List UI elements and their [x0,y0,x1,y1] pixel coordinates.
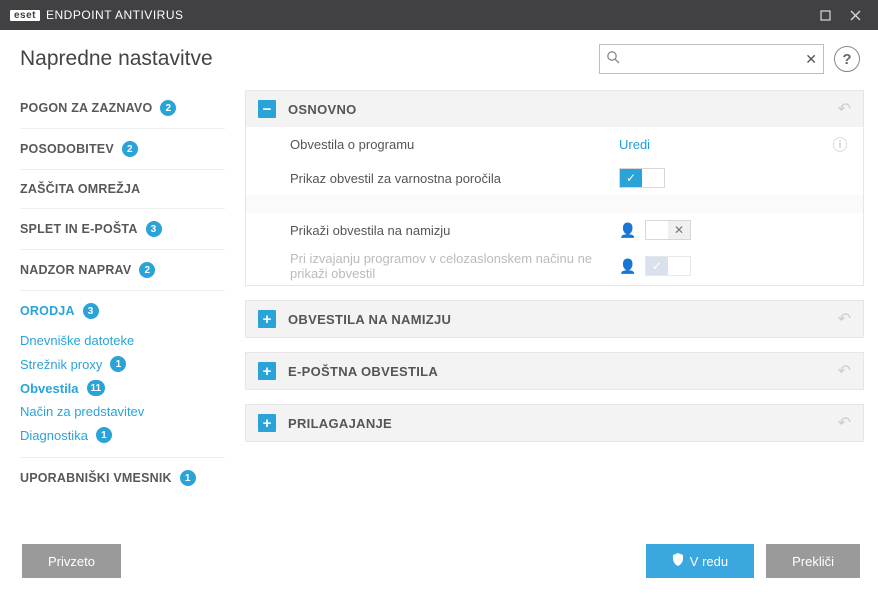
expand-icon: + [258,310,276,328]
sidebar-item-web-email[interactable]: SPLET IN E-POŠTA 3 [0,211,245,247]
help-button[interactable]: ? [834,46,860,72]
row-label: Pri izvajanju programov v celozaslonskem… [290,251,619,281]
sidebar-item-label: SPLET IN E-POŠTA [20,222,138,236]
sidebar-item-label: UPORABNIŠKI VMESNIK [20,471,172,485]
close-icon [850,10,861,21]
expand-icon: + [258,414,276,432]
collapse-icon: − [258,100,276,118]
check-icon: ✓ [620,169,642,187]
badge: 1 [180,470,196,486]
badge: 2 [160,100,176,116]
row-label: Prikaži obvestila na namizju [290,223,619,238]
row-app-notifications: Obvestila o programu Uredi ⓘ [246,127,863,161]
question-icon: ? [842,51,851,68]
shield-icon [672,553,684,569]
sidebar-item-label: Način za predstavitev [20,404,144,419]
ok-label: V redu [690,554,728,569]
row-label: Obvestila o programu [290,137,619,152]
sidebar-item-label: Dnevniške datoteke [20,333,134,348]
brand-text: ENDPOINT ANTIVIRUS [46,8,183,22]
sidebar-sub-logs[interactable]: Dnevniške datoteke [0,329,245,352]
search-input[interactable] [626,46,805,72]
sidebar-item-tools[interactable]: ORODJA 3 [0,293,245,329]
row-fullscreen-suppress: Pri izvajanju programov v celozaslonskem… [246,247,863,285]
sidebar-item-label: ZAŠČITA OMREŽJA [20,182,140,196]
sidebar-item-label: NADZOR NAPRAV [20,263,131,277]
badge: 3 [83,303,99,319]
ok-button[interactable]: V redu [646,544,754,578]
sidebar-item-update[interactable]: POSODOBITEV 2 [0,131,245,167]
sidebar-item-label: Obvestila [20,381,79,396]
badge: 2 [139,262,155,278]
sidebar-item-label: POGON ZA ZAZNAVO [20,101,152,115]
header: Napredne nastavitve ✕ ? [0,30,878,84]
row-security-report-notifs: Prikaz obvestil za varnostna poročila ✓ [246,161,863,195]
section-email-header[interactable]: + E-POŠTNA OBVESTILA ↶ [246,353,863,389]
x-icon: ✕ [668,221,690,239]
sidebar-sub-presentation[interactable]: Način za predstavitev [0,400,245,423]
revert-icon[interactable]: ↶ [838,413,851,433]
section-title: PRILAGAJANJE [288,416,392,431]
sidebar: POGON ZA ZAZNAVO 2 POSODOBITEV 2 ZAŠČITA… [0,84,245,532]
sidebar-item-device-control[interactable]: NADZOR NAPRAV 2 [0,252,245,288]
search-clear-button[interactable]: ✕ [805,51,817,68]
info-icon[interactable]: ⓘ [831,134,849,155]
sidebar-item-label: POSODOBITEV [20,142,114,156]
sidebar-item-ui[interactable]: UPORABNIŠKI VMESNIK 1 [0,460,245,496]
search-box[interactable]: ✕ [599,44,824,74]
user-icon: 👤 [619,222,637,239]
badge: 11 [87,380,106,396]
section-desktop-header[interactable]: + OBVESTILA NA NAMIZJU ↶ [246,301,863,337]
edit-link[interactable]: Uredi [619,137,650,152]
check-icon: ✓ [646,257,668,275]
revert-icon[interactable]: ↶ [838,309,851,329]
sidebar-item-label: Diagnostika [20,428,88,443]
sidebar-sub-notifications[interactable]: Obvestila 11 [0,376,245,400]
sidebar-item-detection-engine[interactable]: POGON ZA ZAZNAVO 2 [0,90,245,126]
sidebar-sub-diagnostics[interactable]: Diagnostika 1 [0,423,245,447]
search-icon [606,50,620,69]
section-title: E-POŠTNA OBVESTILA [288,364,438,379]
badge: 1 [110,356,126,372]
toggle-fullscreen-suppress: ✓ [645,256,691,276]
revert-icon[interactable]: ↶ [838,361,851,381]
cancel-button[interactable]: Prekliči [766,544,860,578]
window-close-button[interactable] [840,0,870,30]
expand-icon: + [258,362,276,380]
footer: Privzeto V redu Prekliči [0,532,878,590]
sidebar-item-label: Strežnik proxy [20,357,102,372]
sidebar-sub-proxy[interactable]: Strežnik proxy 1 [0,352,245,376]
toggle-security-reports[interactable]: ✓ [619,168,665,188]
section-basic-header[interactable]: − OSNOVNO ↶ [246,91,863,127]
section-desktop-notifs: + OBVESTILA NA NAMIZJU ↶ [245,300,864,338]
sidebar-item-label: ORODJA [20,304,75,318]
default-button[interactable]: Privzeto [22,544,121,578]
titlebar: eset ENDPOINT ANTIVIRUS [0,0,878,30]
page-title: Napredne nastavitve [20,47,213,71]
section-title: OSNOVNO [288,102,357,117]
badge: 1 [96,427,112,443]
square-icon [820,10,831,21]
revert-icon[interactable]: ↶ [838,99,851,119]
window-maximize-button[interactable] [810,0,840,30]
toggle-desktop-notifs[interactable]: ✕ [645,220,691,240]
section-email-notifs: + E-POŠTNA OBVESTILA ↶ [245,352,864,390]
row-label: Prikaz obvestil za varnostna poročila [290,171,619,186]
section-title: OBVESTILA NA NAMIZJU [288,312,451,327]
section-basic: − OSNOVNO ↶ Obvestila o programu Uredi ⓘ… [245,90,864,286]
main-panel: − OSNOVNO ↶ Obvestila o programu Uredi ⓘ… [245,84,878,532]
sidebar-item-network[interactable]: ZAŠČITA OMREŽJA [0,172,245,206]
user-icon: 👤 [619,258,637,275]
brand-logo: eset [10,10,40,21]
row-desktop-notifs: Prikaži obvestila na namizju 👤 ✕ [246,213,863,247]
badge: 3 [146,221,162,237]
section-customize-header[interactable]: + PRILAGAJANJE ↶ [246,405,863,441]
badge: 2 [122,141,138,157]
section-customize: + PRILAGAJANJE ↶ [245,404,864,442]
